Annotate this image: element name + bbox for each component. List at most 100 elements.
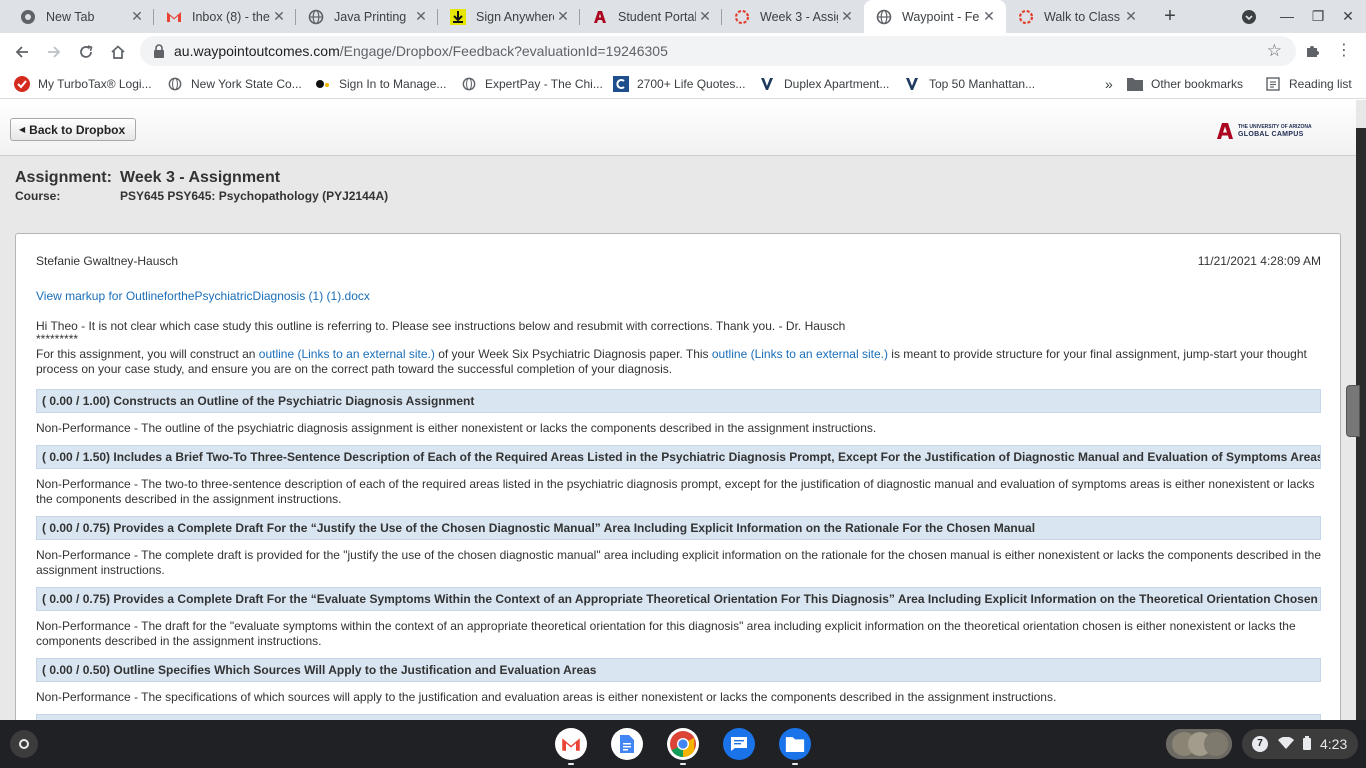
files-app-icon[interactable] bbox=[779, 728, 811, 760]
bookmark-sign-in[interactable]: Sign In to Manage... bbox=[315, 75, 446, 93]
forward-arrow-icon[interactable] bbox=[41, 38, 67, 64]
close-icon[interactable]: ✕ bbox=[696, 8, 714, 25]
criterion-feedback: Non-Performance - The outline of the psy… bbox=[36, 421, 877, 435]
tab-sign-anywhere[interactable]: Sign Anywhere ✕ bbox=[438, 0, 580, 33]
bookmark-manhattan[interactable]: Top 50 Manhattan... bbox=[905, 75, 1035, 93]
globe-icon bbox=[308, 9, 324, 25]
globe-icon bbox=[167, 76, 183, 92]
tab-java-printing[interactable]: Java Printing ✕ bbox=[296, 0, 438, 33]
kebab-menu-icon[interactable]: ⋮ bbox=[1331, 38, 1357, 64]
bookmark-label: Reading list bbox=[1289, 77, 1352, 91]
launcher-button[interactable] bbox=[10, 730, 38, 758]
notification-count-badge[interactable]: 7 bbox=[1252, 736, 1268, 752]
turbotax-icon bbox=[14, 76, 30, 92]
bookmark-star-icon[interactable]: ☆ bbox=[1267, 41, 1282, 61]
tab-waypoint-feedback[interactable]: Waypoint - Fee ✕ bbox=[864, 0, 1006, 33]
globe-icon bbox=[876, 9, 892, 25]
dots-icon bbox=[315, 76, 331, 92]
bookmark-label: New York State Co... bbox=[191, 77, 302, 91]
back-to-dropbox-button[interactable]: ◀ Back to Dropbox bbox=[10, 118, 137, 141]
bookmark-expertpay[interactable]: ExpertPay - The Chi... bbox=[461, 75, 603, 93]
bookmark-turbotax[interactable]: My TurboTax® Logi... bbox=[14, 75, 152, 93]
restore-icon[interactable]: ❐ bbox=[1303, 0, 1333, 33]
bookmark-label: 2700+ Life Quotes... bbox=[637, 77, 746, 91]
tab-search-icon[interactable] bbox=[1234, 0, 1264, 33]
chrome-app-icon[interactable] bbox=[667, 728, 699, 760]
course-label: Course: bbox=[15, 189, 61, 203]
tab-title: Sign Anywhere bbox=[476, 9, 554, 24]
tab-walk-to-class[interactable]: Walk to Class ✕ bbox=[1006, 0, 1148, 33]
university-logo: THE UNIVERSITY OF ARIZONA GLOBAL CAMPUS bbox=[1216, 122, 1312, 140]
url-text: au.waypointoutcomes.com/Engage/Dropbox/F… bbox=[174, 43, 668, 59]
close-window-icon[interactable]: ✕ bbox=[1333, 0, 1363, 33]
url-path: /Engage/Dropbox/Feedback?evaluationId=19… bbox=[339, 43, 668, 59]
close-icon[interactable]: ✕ bbox=[554, 8, 572, 25]
extensions-puzzle-icon[interactable] bbox=[1299, 38, 1325, 64]
close-icon[interactable]: ✕ bbox=[1122, 8, 1140, 25]
close-icon[interactable]: ✕ bbox=[980, 8, 998, 25]
system-tray[interactable]: 7 4:23 bbox=[1242, 729, 1358, 759]
view-markup-link[interactable]: View markup for OutlineforthePsychiatric… bbox=[36, 289, 370, 304]
bookmark-nys[interactable]: New York State Co... bbox=[167, 75, 302, 93]
tab-title: Waypoint - Fee bbox=[902, 9, 980, 24]
page-header: ◀ Back to Dropbox THE UNIVERSITY OF ARIZ… bbox=[0, 100, 1356, 156]
docs-app-icon[interactable] bbox=[611, 728, 643, 760]
chrome-icon bbox=[20, 9, 36, 25]
outline-external-link[interactable]: outline (Links to an external site.) bbox=[712, 347, 888, 361]
course-name: PSY645 PSY645: Psychopathology (PYJ2144A… bbox=[120, 189, 389, 203]
close-icon[interactable]: ✕ bbox=[270, 8, 288, 25]
lock-icon[interactable] bbox=[152, 44, 166, 58]
tab-new-tab[interactable]: New Tab ✕ bbox=[8, 0, 154, 33]
logo-university: THE UNIVERSITY OF ARIZONA bbox=[1238, 124, 1312, 130]
comment-separator: ********* bbox=[36, 332, 79, 346]
back-arrow-icon[interactable] bbox=[9, 38, 35, 64]
download-icon bbox=[450, 8, 466, 25]
outline-external-link[interactable]: outline (Links to an external site.) bbox=[259, 347, 435, 361]
tab-title: Walk to Class bbox=[1044, 9, 1120, 24]
tab-title: Java Printing bbox=[334, 9, 407, 24]
launcher-circle-icon bbox=[19, 739, 29, 749]
tab-student-portal[interactable]: Student Portal ✕ bbox=[580, 0, 722, 33]
caret-left-icon: ◀ bbox=[19, 125, 26, 134]
feedback-date: 11/21/2021 4:28:09 AM bbox=[1197, 254, 1321, 268]
close-icon[interactable]: ✕ bbox=[838, 8, 856, 25]
assignment-label: Assignment: bbox=[15, 169, 112, 186]
criterion-heading: ( 0.00 / 0.75) Provides a Complete Draft… bbox=[36, 587, 1321, 611]
minimize-icon[interactable]: — bbox=[1272, 0, 1302, 33]
address-bar[interactable]: au.waypointoutcomes.com/Engage/Dropbox/F… bbox=[140, 36, 1296, 66]
reading-list-button[interactable]: Reading list bbox=[1265, 75, 1352, 93]
logo-global-campus: GLOBAL CAMPUS bbox=[1238, 131, 1304, 138]
close-icon[interactable]: ✕ bbox=[128, 8, 146, 25]
tab-title: New Tab bbox=[46, 9, 95, 24]
feedback-author: Stefanie Gwaltney-Hausch bbox=[36, 254, 179, 268]
globe-icon bbox=[461, 76, 477, 92]
bookmark-label: My TurboTax® Logi... bbox=[38, 77, 152, 91]
bookmarks-overflow-button[interactable]: » bbox=[1105, 75, 1113, 93]
tab-title: Student Portal bbox=[618, 9, 696, 24]
criterion-heading: ( 0.00 / 0.75) Provides a Complete Draft… bbox=[36, 516, 1321, 540]
tab-week-3-assignment[interactable]: Week 3 - Assig ✕ bbox=[722, 0, 864, 33]
bookmark-label: Top 50 Manhattan... bbox=[929, 77, 1036, 91]
reload-icon[interactable] bbox=[73, 38, 99, 64]
close-icon[interactable]: ✕ bbox=[412, 8, 430, 25]
messages-app-icon[interactable] bbox=[723, 728, 755, 760]
bookmark-label: Duplex Apartment... bbox=[784, 77, 890, 91]
gmail-app-icon[interactable] bbox=[555, 728, 587, 760]
bookmark-other-bookmarks[interactable]: Other bookmarks bbox=[1127, 75, 1243, 93]
bookmark-life-quotes[interactable]: 2700+ Life Quotes... bbox=[613, 75, 745, 93]
tab-inbox[interactable]: Inbox (8) - theo ✕ bbox=[154, 0, 296, 33]
canvas-icon bbox=[734, 9, 750, 25]
bookmark-duplex[interactable]: Duplex Apartment... bbox=[760, 75, 889, 93]
new-tab-button[interactable]: + bbox=[1158, 4, 1182, 28]
browser-toolbar: au.waypointoutcomes.com/Engage/Dropbox/F… bbox=[0, 33, 1366, 69]
os-shelf: 7 4:23 bbox=[0, 720, 1366, 768]
window-thumbnail[interactable] bbox=[1166, 729, 1232, 759]
home-icon[interactable] bbox=[105, 38, 131, 64]
criterion-feedback: Non-Performance - The complete draft is … bbox=[36, 548, 1322, 577]
criterion-feedback: Non-Performance - The specifications of … bbox=[36, 690, 1057, 704]
gmail-icon bbox=[166, 9, 182, 25]
arizona-a-icon bbox=[1217, 123, 1233, 139]
reading-list-icon bbox=[1265, 76, 1281, 92]
wifi-icon bbox=[1278, 736, 1294, 752]
side-feedback-tab[interactable] bbox=[1346, 385, 1360, 437]
